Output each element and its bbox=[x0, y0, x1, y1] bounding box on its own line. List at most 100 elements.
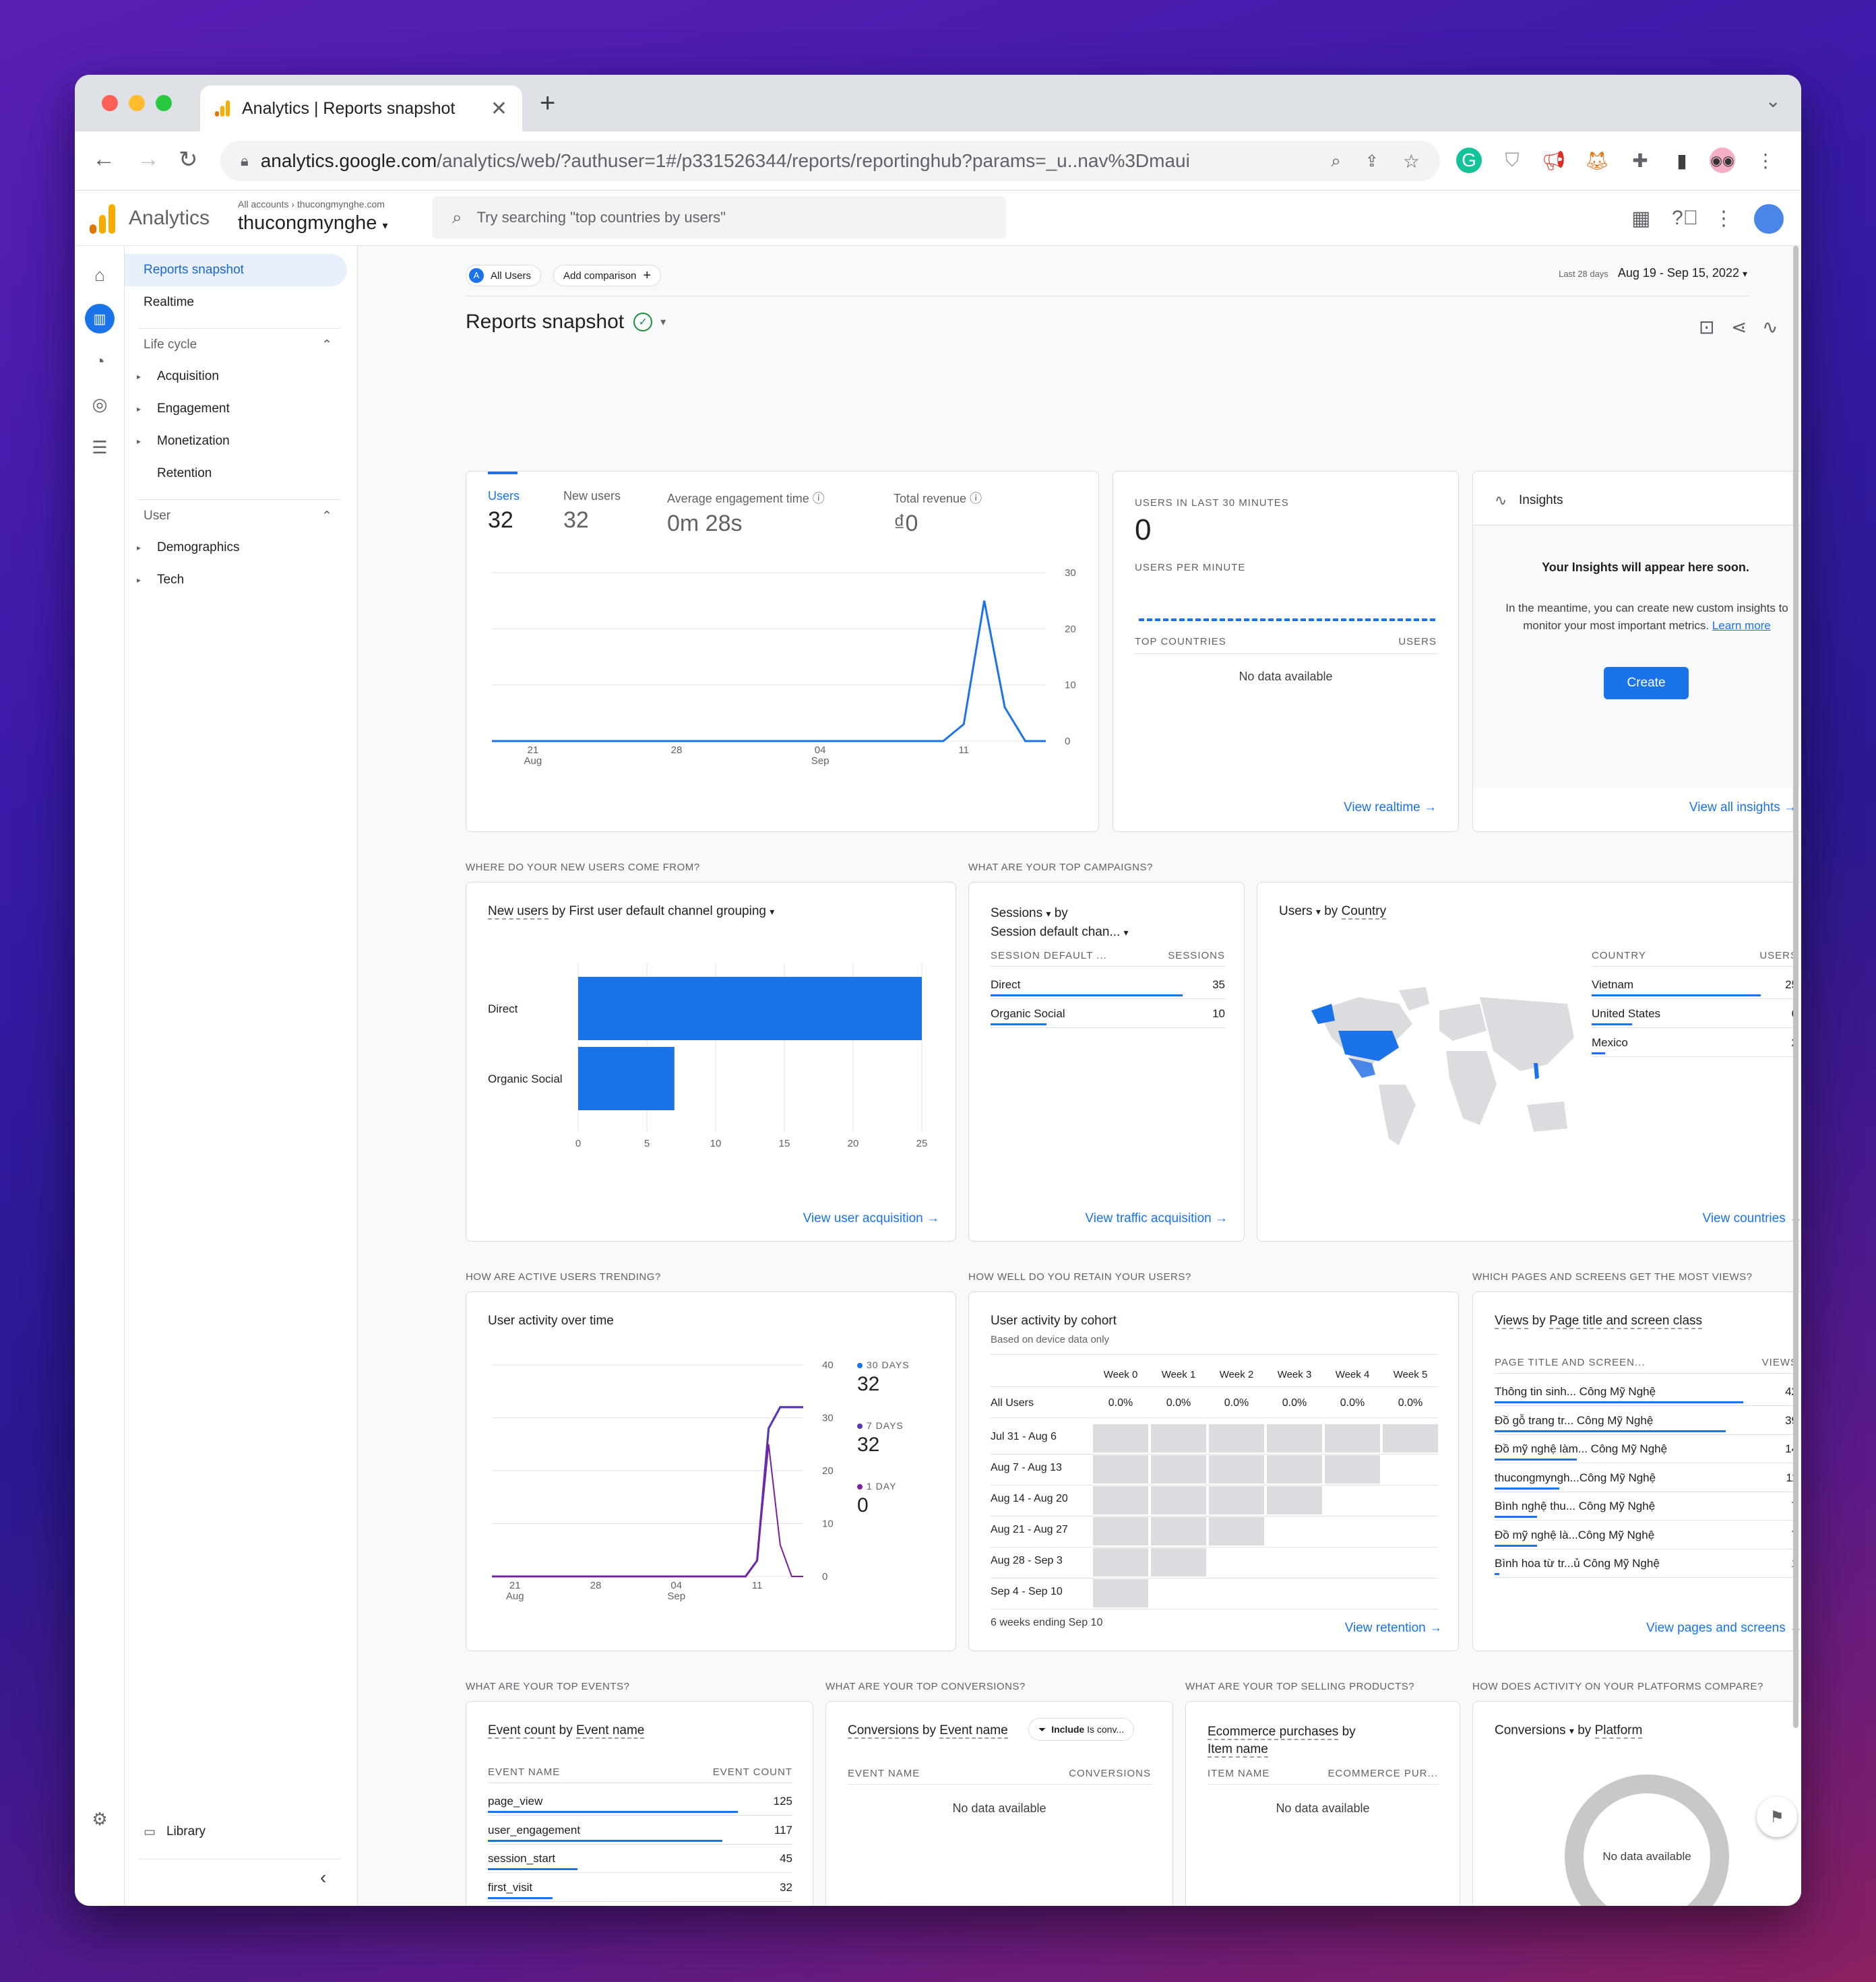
cohort-cell[interactable] bbox=[1209, 1455, 1264, 1483]
check-circle-icon[interactable]: ✓ bbox=[633, 313, 653, 331]
bar-1[interactable] bbox=[578, 977, 922, 1040]
help-icon[interactable]: ?⃝ bbox=[1672, 207, 1698, 230]
add-comparison-button[interactable]: Add comparison + bbox=[553, 265, 662, 286]
feedback-icon[interactable]: ⚑ bbox=[1757, 1797, 1797, 1837]
scrollbar[interactable] bbox=[1793, 246, 1799, 1728]
sidebar-section-user[interactable]: User ⌃ bbox=[144, 509, 332, 524]
table-row[interactable]: Đồ gỗ trang tr... Công Mỹ Nghệ 39 bbox=[1495, 1414, 1798, 1443]
browser-tab[interactable]: Analytics | Reports snapshot ✕ bbox=[200, 86, 522, 131]
cohort-cell[interactable] bbox=[1151, 1548, 1206, 1576]
sidebar-item-acquisition[interactable]: ▸ Acquisition bbox=[125, 360, 347, 393]
reload-icon[interactable]: ↻ bbox=[179, 146, 198, 173]
conversions-card-title[interactable]: Conversions by Event name bbox=[848, 1723, 1008, 1739]
sidebar-section-lifecycle[interactable]: Life cycle ⌃ bbox=[144, 338, 332, 353]
table-row[interactable]: user_engagement 117 bbox=[488, 1824, 792, 1853]
sidebar-item-monetization[interactable]: ▸ Monetization bbox=[125, 425, 347, 457]
caret-down-icon[interactable]: ▾ bbox=[660, 315, 666, 329]
cohort-cell[interactable] bbox=[1093, 1455, 1148, 1483]
cohort-cell[interactable] bbox=[1151, 1517, 1206, 1545]
browser-menu-icon[interactable]: ⋮ bbox=[1753, 148, 1778, 173]
table-row[interactable]: United States6 bbox=[1592, 1007, 1798, 1036]
bookmark-star-icon[interactable]: ☆ bbox=[1403, 150, 1420, 172]
countries-card-title[interactable]: Users ▾ by Country bbox=[1279, 904, 1387, 920]
table-row[interactable]: session_start 45 bbox=[488, 1852, 792, 1881]
view-traffic-acquisition-link[interactable]: View traffic acquisition → bbox=[1085, 1211, 1228, 1226]
legend-item-2[interactable]: 7 DAYS 32 bbox=[857, 1420, 904, 1457]
sidebar-item-reports-snapshot[interactable]: Reports snapshot bbox=[125, 254, 347, 286]
table-row[interactable]: Vietnam 25 bbox=[1592, 978, 1798, 1007]
cohort-cell[interactable] bbox=[1093, 1424, 1148, 1452]
date-range-picker[interactable]: Last 28 days Aug 19 - Sep 15, 2022 ▾ bbox=[1559, 266, 1747, 280]
collapse-sidebar-icon[interactable]: ‹ bbox=[320, 1867, 326, 1888]
all-users-chip[interactable]: A All Users bbox=[466, 265, 542, 286]
table-row[interactable]: Direct 35 bbox=[991, 978, 1225, 1007]
new-tab-icon[interactable]: + bbox=[540, 88, 555, 119]
close-window-button[interactable] bbox=[102, 95, 118, 111]
cohort-cell[interactable] bbox=[1325, 1455, 1380, 1483]
create-insight-button[interactable]: Create bbox=[1604, 667, 1689, 699]
table-row[interactable]: thucongmyngh...Công Mỹ Nghệ 11 bbox=[1495, 1471, 1798, 1500]
sidebar-item-library[interactable]: ▭ Library bbox=[125, 1816, 347, 1848]
table-row[interactable]: Thông tin sinh... Công Mỹ Nghệ 42 bbox=[1495, 1385, 1798, 1414]
user-avatar[interactable] bbox=[1754, 204, 1784, 234]
zoom-icon[interactable]: ⌕ bbox=[1331, 150, 1341, 172]
cohort-cell[interactable] bbox=[1209, 1517, 1264, 1545]
cohort-cell[interactable] bbox=[1383, 1424, 1438, 1452]
table-row[interactable]: Mexico2 bbox=[1592, 1036, 1798, 1065]
explore-icon[interactable]: ◔ bbox=[88, 350, 111, 373]
cohort-cell[interactable] bbox=[1267, 1486, 1322, 1514]
events-card-title[interactable]: Event count by Event name bbox=[488, 1723, 645, 1739]
pages-card-title[interactable]: Views by Page title and screen class bbox=[1495, 1314, 1703, 1329]
megaphone-extension-icon[interactable]: 📢︎ bbox=[1541, 148, 1567, 173]
apps-grid-icon[interactable]: ▦ bbox=[1631, 207, 1650, 230]
cohort-cell[interactable] bbox=[1151, 1486, 1206, 1514]
sidebar-item-demographics[interactable]: ▸ Demographics bbox=[125, 532, 347, 564]
sidebar-item-retention[interactable]: Retention bbox=[125, 457, 347, 490]
minimize-window-button[interactable] bbox=[129, 95, 145, 111]
configure-icon[interactable]: ☰ bbox=[88, 436, 111, 459]
metamask-fox-extension-icon[interactable]: 🦊︎ bbox=[1584, 148, 1610, 173]
sidebar-item-realtime[interactable]: Realtime bbox=[125, 286, 347, 319]
close-tab-icon[interactable]: ✕ bbox=[491, 97, 507, 121]
more-vert-icon[interactable]: ⋮ bbox=[1714, 207, 1734, 230]
sidebar-item-engagement[interactable]: ▸ Engagement bbox=[125, 393, 347, 425]
settings-gear-icon[interactable]: ⚙ bbox=[88, 1808, 111, 1830]
advertising-icon[interactable]: ◎ bbox=[88, 393, 111, 416]
cohort-cell[interactable] bbox=[1325, 1424, 1380, 1452]
table-row[interactable]: Bình nghệ thu... Công Mỹ Nghệ7 bbox=[1495, 1500, 1798, 1529]
cohort-cell[interactable] bbox=[1209, 1424, 1264, 1452]
share-icon[interactable]: ⇪ bbox=[1365, 152, 1379, 171]
grammarly-extension-icon[interactable]: G bbox=[1456, 148, 1482, 173]
products-card-title[interactable]: Ecommerce purchases by Item name bbox=[1208, 1723, 1356, 1758]
cohort-cell[interactable] bbox=[1093, 1517, 1148, 1545]
shield-extension-icon[interactable]: ⛉ bbox=[1499, 148, 1525, 173]
url-bar[interactable]: 🔒︎ analytics.google.com/analytics/web/?a… bbox=[220, 141, 1440, 181]
account-picker[interactable]: All accounts › thucongmynghe.com thucong… bbox=[238, 199, 387, 234]
legend-item-1[interactable]: 30 DAYS 32 bbox=[857, 1360, 910, 1396]
cohort-cell[interactable] bbox=[1093, 1579, 1148, 1607]
maximize-window-button[interactable] bbox=[156, 95, 172, 111]
learn-more-link[interactable]: Learn more bbox=[1712, 619, 1771, 632]
view-countries-link[interactable]: View countries → bbox=[1703, 1211, 1802, 1226]
home-icon[interactable]: ⌂ bbox=[88, 263, 111, 286]
table-row[interactable]: page_view 125 bbox=[488, 1795, 792, 1824]
platforms-card-title[interactable]: Conversions ▾ by Platform bbox=[1495, 1723, 1643, 1739]
side-panel-icon[interactable]: ▮ bbox=[1669, 148, 1695, 173]
cohort-cell[interactable] bbox=[1209, 1486, 1264, 1514]
bar-2[interactable] bbox=[578, 1047, 675, 1110]
forward-arrow-icon[interactable]: → bbox=[137, 146, 160, 172]
table-row[interactable]: Organic Social 10 bbox=[991, 1007, 1225, 1036]
view-realtime-link[interactable]: View realtime → bbox=[1344, 800, 1437, 815]
cohort-cell[interactable] bbox=[1267, 1424, 1322, 1452]
cohort-cell[interactable] bbox=[1267, 1455, 1322, 1483]
tab-search-chevron-icon[interactable]: ⌄ bbox=[1765, 90, 1781, 112]
search-bar[interactable]: ⌕ Try searching "top countries by users" bbox=[432, 196, 1006, 239]
include-filter-chip[interactable]: ⏷ Include Is conv... bbox=[1028, 1718, 1135, 1741]
sidebar-item-tech[interactable]: ▸ Tech bbox=[125, 564, 347, 596]
view-pages-link[interactable]: View pages and screens → bbox=[1646, 1621, 1801, 1636]
campaigns-card-title[interactable]: Sessions ▾ by Session default chan... ▾ bbox=[991, 904, 1220, 942]
cohort-cell[interactable] bbox=[1151, 1455, 1206, 1483]
back-arrow-icon[interactable]: ← bbox=[92, 146, 115, 172]
share-report-icon[interactable]: ⋖ bbox=[1731, 316, 1747, 338]
legend-item-3[interactable]: 1 DAY 0 bbox=[857, 1481, 896, 1517]
